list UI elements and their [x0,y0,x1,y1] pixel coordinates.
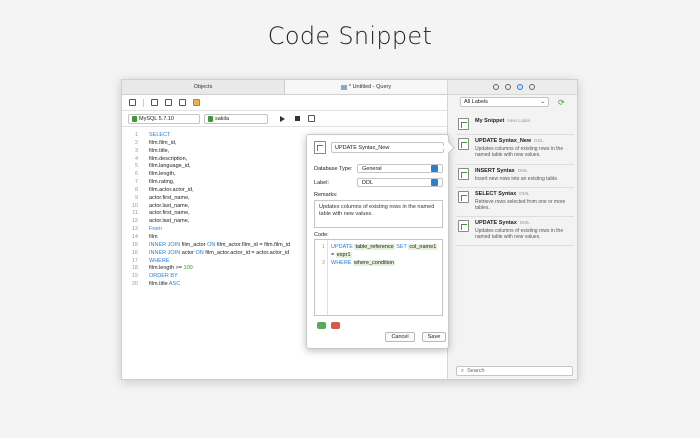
label-filter-select[interactable]: All Labels ⌄ [460,97,549,107]
snippet-label: DML [519,192,530,197]
snippet-label: DML [519,221,530,226]
code-actions [317,322,340,329]
snippet-icon [314,141,326,154]
snippet-title: UPDATE Syntax [475,220,517,226]
insert-placeholder-icon[interactable] [317,322,326,329]
code-field[interactable]: 1 2 UPDATE table_reference SET col_name1… [314,239,443,316]
page-title: Code Snippet [267,22,433,50]
snippet-title: UPDATE Syntax_New [475,138,532,144]
connection-icon [132,115,137,122]
chevron-down-icon: ⌄ [540,99,545,105]
toolbar-divider [143,98,144,107]
snippet-editor-popover: UPDATE Syntax_New Database Type: General… [306,134,449,349]
snippet-icon [458,138,469,150]
snippet-description: Retrieve rows selected from one or more … [475,199,566,211]
beautify-sql-icon[interactable] [165,99,172,106]
divider [456,245,574,246]
explain-icon[interactable] [308,115,315,122]
divider [456,187,574,188]
side-tab-bar [448,80,577,95]
settings-icon[interactable] [528,84,535,90]
snippet-description: Insert new rows into an existing table. [475,176,559,182]
chevron-down-icon [431,165,438,172]
connection-label: MySQL 5.7.10 [139,115,174,122]
snippet-icon [458,118,469,130]
snippet-description: Updates columns of existing rows in the … [475,146,564,158]
stop-icon[interactable] [295,116,300,121]
gutter-divider [327,240,328,315]
snippet-icon [458,220,469,232]
run-icon[interactable] [280,115,285,122]
database-select[interactable]: sakila [204,113,268,124]
code-label: Code: [314,232,329,238]
code-snippet-tab-icon[interactable] [516,84,523,90]
snippet-title: My Snippet [475,118,505,124]
snippet-label: DML [517,169,528,174]
preview-icon[interactable] [504,84,511,90]
tab-objects-label: Objects [193,84,213,90]
label-select[interactable]: DDL [357,178,443,187]
query-icon [340,84,347,90]
search-placeholder: Search [467,368,485,374]
remarks-label: Remarks: [314,192,338,198]
database-icon [208,115,213,122]
connection-select[interactable]: MySQL 5.7.10 [128,113,200,124]
divider [456,164,574,165]
snippet-name-field[interactable]: UPDATE Syntax_New [331,142,444,153]
snippet-code: UPDATE table_reference SET col_name1 = ex… [331,244,438,266]
snippet-pane: All Labels ⌄ ⟳ My Snippet New Label UPDAT… [448,80,577,379]
code-line-numbers: 1 2 [321,244,325,266]
divider [456,216,574,217]
snippet-icon [458,191,469,203]
text-icon[interactable] [193,99,200,106]
chevron-down-icon [431,179,438,186]
database-label: sakila [215,115,230,122]
snippet-label: DDL [534,139,544,144]
query-builder-icon[interactable] [151,99,158,106]
snippet-search-input[interactable]: ⌕ Search [456,366,573,376]
database-type-select[interactable]: General [357,164,443,173]
info-icon[interactable] [492,84,499,90]
search-icon: ⌕ [461,367,465,374]
snippet-title: SELECT Syntax [475,191,517,197]
sql-code: SELECT film.film_id, film.title, film.de… [149,132,291,288]
save-button[interactable]: Save [422,332,446,342]
line-numbers: 1 2 3 4 5 6 7 8 9 10 11 12 13 14 15 16 17 18 19 20 [131,132,138,288]
snippet-label: New Label [507,119,531,124]
snippet-icon [458,168,469,180]
database-type-value: General [362,165,382,172]
save-icon[interactable] [129,99,136,106]
snippet-title: INSERT Syntax [475,168,515,174]
connection-toolbar: MySQL 5.7.10 sakila [122,111,447,127]
query-toolbar [122,95,447,111]
add-snippet-icon[interactable]: ⟳ [558,98,565,107]
tab-query[interactable]: * Untitled - Query [284,80,447,94]
tab-objects[interactable]: Objects [122,80,284,94]
label-label: Label: [314,180,329,186]
remove-placeholder-icon[interactable] [331,322,340,329]
label-value: DDL [362,179,374,186]
label-filter-value: All Labels [464,99,488,105]
snippet-description: Updates columns of existing rows in the … [475,228,564,240]
remarks-field[interactable]: Updates columns of existing rows in the … [314,200,443,228]
tab-query-label: * Untitled - Query [348,84,392,90]
database-type-label: Database Type: [314,166,353,172]
cancel-button[interactable]: Cancel [385,332,415,342]
tab-bar: Objects * Untitled - Query [122,80,447,95]
snippet-name-value: UPDATE Syntax_New [335,144,390,151]
divider [456,134,574,135]
code-snippet-icon[interactable] [179,99,186,106]
